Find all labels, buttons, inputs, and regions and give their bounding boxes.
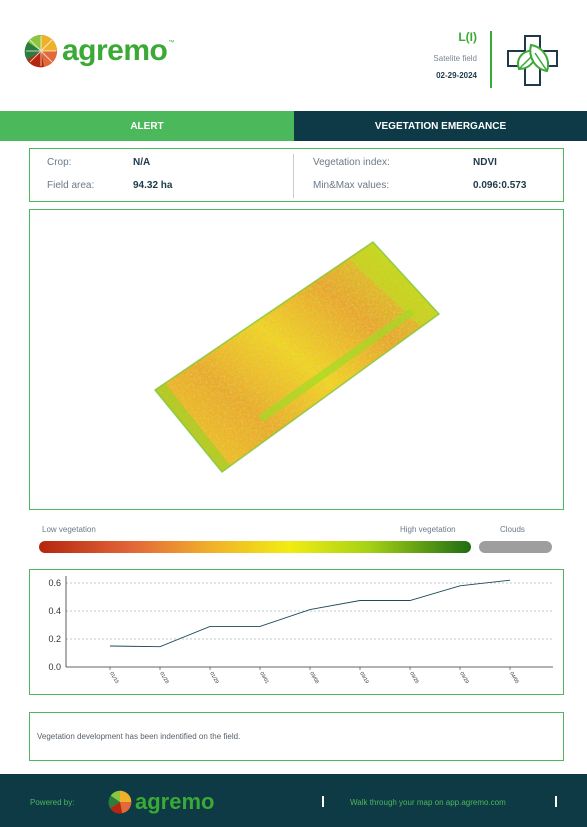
brand-name: agremo bbox=[62, 34, 168, 67]
chart-x-tick-label: 01/28 bbox=[158, 671, 170, 685]
vegetation-index-label: Vegetation index: bbox=[313, 157, 390, 168]
field-area-value: 94.32 ha bbox=[133, 180, 173, 191]
page-footer: Powered by: agremo Walk through your map… bbox=[0, 774, 587, 827]
legend-gradient-bar bbox=[39, 541, 471, 553]
agremo-logo: agremo ™ bbox=[24, 34, 174, 68]
chart-x-tick-label: 03/26 bbox=[408, 671, 420, 685]
footer-brand-name: agremo bbox=[135, 789, 215, 814]
trademark-mark: ™ bbox=[168, 40, 175, 46]
field-info-panel: Crop: N/A Field area: 94.32 ha Vegetatio… bbox=[29, 148, 564, 202]
footer-divider-end bbox=[555, 796, 557, 807]
chart-y-tick-label: 0.4 bbox=[48, 606, 61, 616]
footer-divider bbox=[322, 796, 324, 807]
footer-logo: agremo bbox=[108, 790, 214, 814]
vegetation-index-value: NDVI bbox=[473, 157, 497, 168]
ndvi-legend: Low vegetation High vegetation Clouds bbox=[29, 515, 564, 561]
chart-x-tick-label: 01/15 bbox=[108, 671, 120, 685]
legend-high-label: High vegetation bbox=[400, 525, 456, 534]
chart-x-tick-label: 03/01 bbox=[258, 671, 270, 685]
chart-y-tick-label: 0.2 bbox=[48, 634, 61, 644]
header-divider bbox=[490, 31, 492, 88]
chart-x-tick-label: 01/29 bbox=[208, 671, 220, 685]
app-link-text[interactable]: Walk through your map on app.agremo.com bbox=[350, 798, 506, 807]
ndvi-trend-chart: 0.0 0.2 0.4 0.6 01/15 01/28 01/29 03/01 03/08 03/… bbox=[48, 576, 553, 685]
chart-x-tick-label: 03/29 bbox=[458, 671, 470, 685]
ndvi-field-map bbox=[153, 241, 441, 474]
info-divider bbox=[293, 154, 294, 198]
agremo-globe-icon bbox=[24, 35, 58, 68]
chart-x-tick-label: 03/19 bbox=[358, 671, 370, 685]
ndvi-trend-chart-panel: 0.0 0.2 0.4 0.6 01/15 01/28 01/29 03/01 03/08 03/… bbox=[29, 569, 564, 695]
tab-vegetation-emergance[interactable]: VEGETATION EMERGANCE bbox=[294, 111, 587, 141]
tab-alert[interactable]: ALERT bbox=[0, 111, 294, 141]
alert-note-text: Vegetation development has been indentif… bbox=[37, 732, 241, 741]
crop-label: Crop: bbox=[47, 157, 72, 168]
chart-y-tick-label: 0.0 bbox=[48, 662, 61, 672]
report-tabs: ALERT VEGETATION EMERGANCE bbox=[0, 111, 587, 141]
chart-y-tick-label: 0.6 bbox=[48, 578, 61, 588]
legend-clouds-bar bbox=[479, 541, 552, 553]
field-area-label: Field area: bbox=[47, 180, 95, 191]
minmax-value: 0.096:0.573 bbox=[473, 180, 527, 191]
field-meta: L(I) Satelite field 02-29-2024 bbox=[433, 30, 477, 80]
report-date: 02-29-2024 bbox=[436, 71, 477, 80]
leaf-cross-icon bbox=[507, 35, 558, 86]
minmax-label: Min&Max values: bbox=[313, 180, 390, 191]
crop-value: N/A bbox=[133, 157, 151, 168]
powered-by-label: Powered by: bbox=[30, 798, 75, 807]
field-type: Satelite field bbox=[433, 54, 477, 63]
field-name: L(I) bbox=[458, 30, 477, 44]
legend-clouds-label: Clouds bbox=[500, 525, 525, 534]
legend-low-label: Low vegetation bbox=[42, 525, 96, 534]
chart-series-line bbox=[109, 579, 511, 648]
chart-x-tick-label: 04/05 bbox=[508, 671, 520, 685]
alert-note-panel: Vegetation development has been indentif… bbox=[29, 712, 564, 761]
agremo-globe-icon bbox=[108, 790, 132, 814]
ndvi-map-panel bbox=[29, 209, 564, 510]
chart-x-tick-label: 03/08 bbox=[308, 671, 320, 685]
